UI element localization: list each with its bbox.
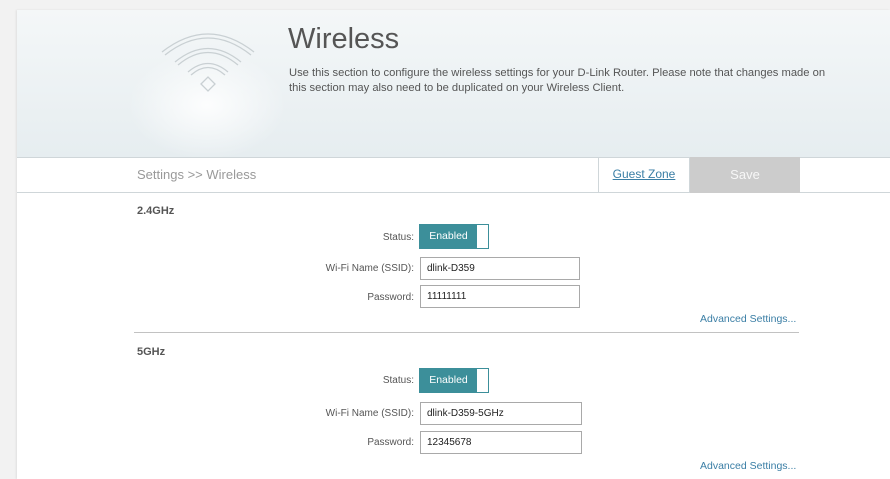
section-divider [134, 332, 799, 333]
page-header: Wireless Use this section to configure t… [17, 10, 890, 157]
ssid-label-5ghz: Wi-Fi Name (SSID): [325, 408, 414, 419]
save-button[interactable]: Save [690, 157, 800, 193]
status-toggle-5ghz[interactable]: Enabled [419, 368, 489, 393]
ssid-input-2-4ghz[interactable] [420, 257, 580, 280]
status-label-5ghz: Status: [382, 375, 414, 386]
wifi-icon [161, 33, 255, 92]
ssid-label-2-4ghz: Wi-Fi Name (SSID): [325, 263, 414, 274]
section-title-2-4ghz: 2.4GHz [137, 205, 175, 217]
toggle-on-state: Enabled [420, 369, 477, 392]
page-description: Use this section to configure the wirele… [289, 67, 826, 94]
ssid-input-5ghz[interactable] [420, 402, 582, 425]
password-input-5ghz[interactable] [420, 431, 582, 454]
router-settings-frame: Wireless Use this section to configure t… [17, 10, 890, 479]
guest-zone-link[interactable]: Guest Zone [598, 157, 690, 192]
page-title: Wireless [288, 23, 400, 55]
advanced-settings-link-2-4ghz[interactable]: Advanced Settings... [700, 313, 796, 325]
password-label-2-4ghz: Password: [367, 292, 414, 303]
password-label-5ghz: Password: [367, 437, 414, 448]
advanced-settings-link-5ghz[interactable]: Advanced Settings... [700, 460, 796, 472]
toggle-on-state: Enabled [420, 225, 477, 248]
password-input-2-4ghz[interactable] [420, 285, 580, 308]
section-title-5ghz: 5GHz [137, 346, 166, 358]
settings-navbar: Settings >> Wireless Guest Zone Save [17, 157, 890, 193]
breadcrumb: Settings >> Wireless [137, 167, 257, 182]
status-toggle-2-4ghz[interactable]: Enabled [419, 224, 489, 249]
status-label-2-4ghz: Status: [382, 232, 414, 243]
